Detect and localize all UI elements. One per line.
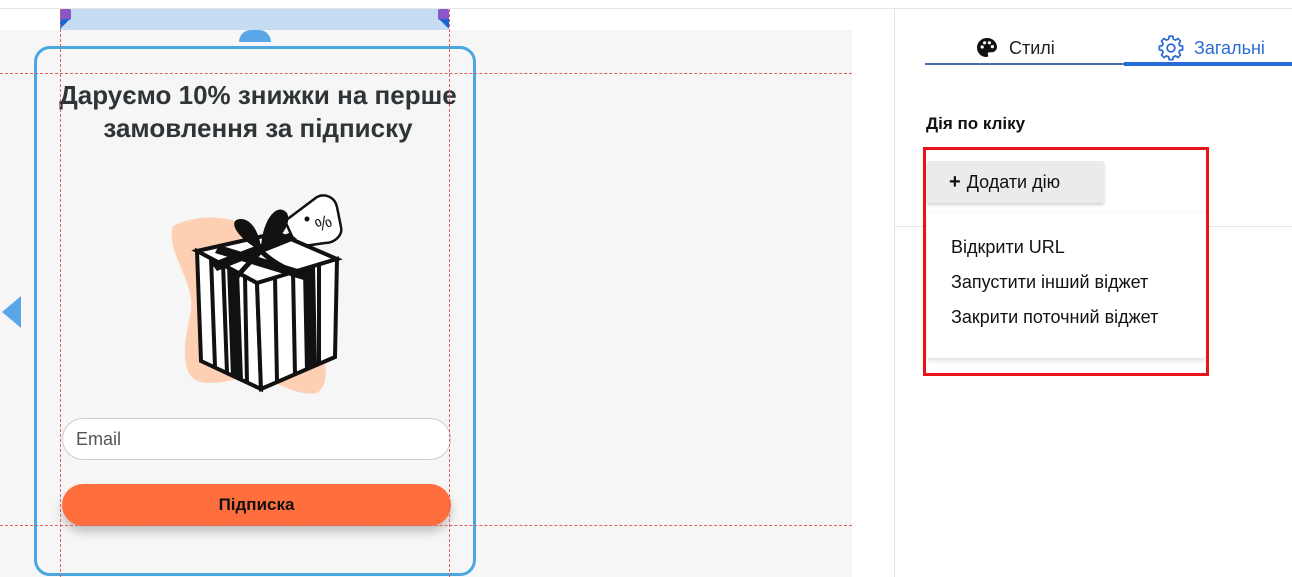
tab-general[interactable]: Загальні — [1158, 30, 1265, 66]
guide-line-top — [0, 73, 852, 74]
guide-line-left — [60, 9, 61, 577]
gear-icon — [1158, 35, 1184, 61]
tab-underline — [925, 63, 1124, 65]
gift-box-illustration: % — [171, 194, 343, 394]
guide-line-bottom — [0, 525, 852, 526]
email-input[interactable] — [63, 419, 450, 459]
tab-styles[interactable]: Стилі — [975, 30, 1055, 66]
panel-tabs: Стилі Загальні — [925, 30, 1292, 66]
email-field-wrapper — [62, 418, 451, 460]
editor-root: Даруємо 10% знижки на перше замовлення з… — [0, 0, 1292, 577]
panel-divider — [894, 9, 895, 577]
guide-line-right — [449, 9, 450, 577]
palette-icon — [977, 38, 997, 57]
widget-preview[interactable]: Даруємо 10% знижки на перше замовлення з… — [34, 46, 476, 576]
tab-general-label: Загальні — [1194, 37, 1265, 58]
highlight-frame — [923, 147, 1209, 376]
anchor-left-marker — [60, 19, 70, 29]
tab-styles-label: Стилі — [1009, 37, 1055, 58]
tab-active-indicator — [1124, 62, 1292, 66]
subscribe-button[interactable]: Підписка — [62, 484, 451, 526]
click-action-label: Дія по кліку — [926, 114, 1026, 133]
drag-handle-top[interactable] — [239, 30, 271, 42]
selection-top-bar[interactable] — [60, 9, 448, 30]
widget-headline: Даруємо 10% знижки на перше замовлення з… — [59, 80, 457, 143]
collapse-arrow-left[interactable] — [2, 296, 21, 328]
anchor-right-marker — [439, 19, 449, 29]
